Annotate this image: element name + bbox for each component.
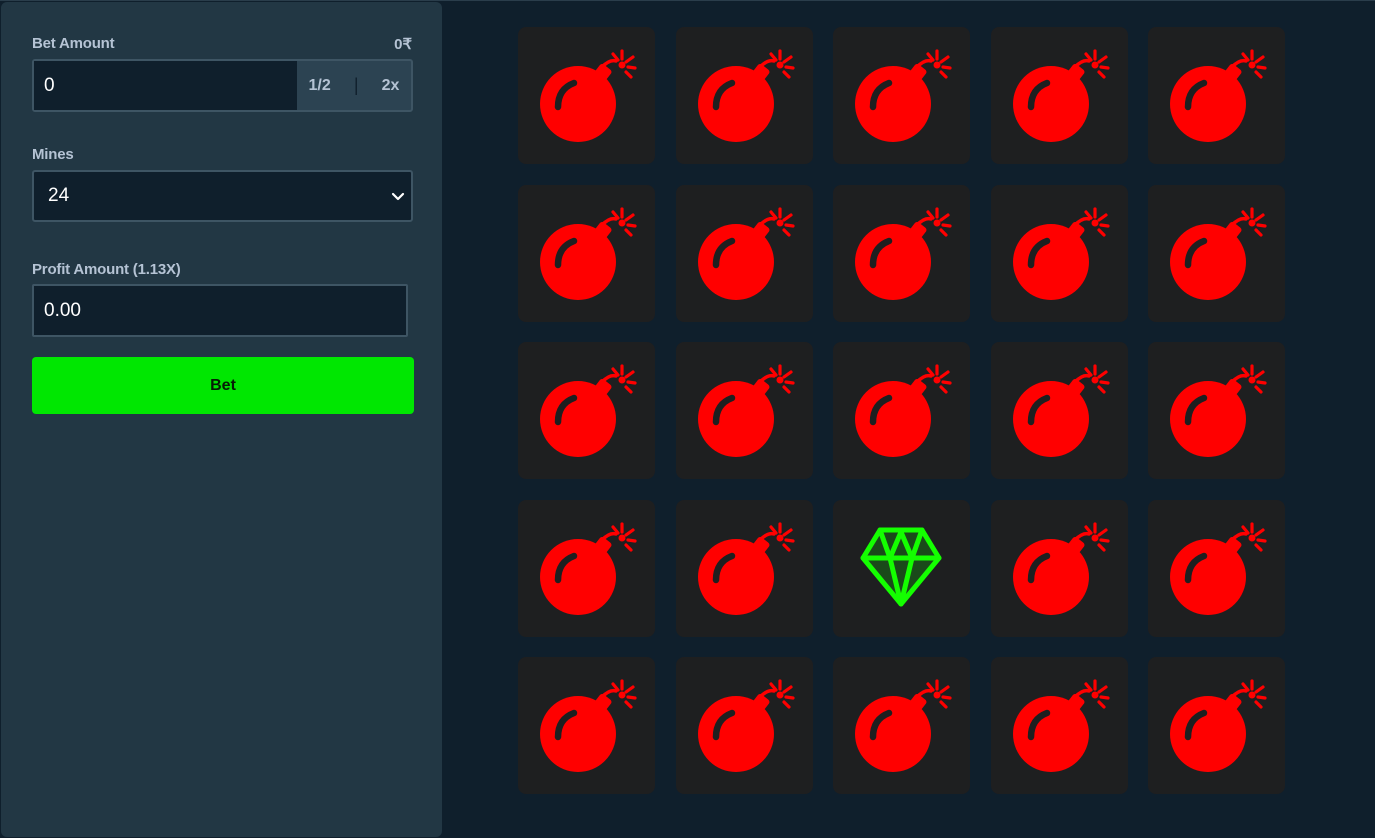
bet-button[interactable]: Bet [32, 357, 414, 414]
gem-icon [860, 527, 942, 606]
tile-mine[interactable] [833, 184, 970, 322]
tile-mine[interactable] [990, 27, 1128, 164]
chevron-down-icon [391, 192, 405, 201]
bomb-icon [540, 206, 637, 300]
bomb-icon [855, 679, 952, 772]
tile-mine[interactable] [990, 657, 1128, 794]
bomb-icon [697, 679, 795, 772]
bet-amount-input[interactable] [34, 61, 297, 110]
bomb-icon [855, 206, 952, 300]
bomb-icon [697, 206, 795, 300]
tile-mine[interactable] [833, 342, 970, 479]
bet-amount-field: 1/2 | 2x [32, 59, 413, 112]
tile-mine[interactable] [990, 499, 1128, 637]
bomb-icon [697, 364, 795, 457]
tile-mine[interactable] [518, 27, 655, 164]
bet-button-label: Bet [210, 376, 236, 394]
bet-modifiers: 1/2 | 2x [297, 61, 411, 110]
bomb-icon [540, 521, 637, 615]
tile-mine[interactable] [1148, 27, 1285, 164]
tile-mine[interactable] [518, 184, 655, 322]
bomb-icon [855, 364, 952, 457]
tile-mine[interactable] [833, 657, 970, 794]
bet-amount-label: Bet Amount [32, 35, 115, 52]
double-bet-button[interactable]: 2x [382, 77, 400, 95]
tile-mine[interactable] [675, 184, 813, 322]
tile-mine[interactable] [675, 342, 813, 479]
tile-mine[interactable] [518, 342, 655, 479]
tile-mine[interactable] [675, 657, 813, 794]
mines-board [518, 27, 1285, 795]
bet-modifier-divider: | [353, 75, 359, 95]
bomb-icon [1012, 364, 1110, 457]
profit-amount-label: Profit Amount (1.13X) [32, 261, 181, 278]
tile-mine[interactable] [518, 499, 655, 637]
tile-gem[interactable] [833, 499, 970, 637]
bomb-icon [1012, 521, 1110, 615]
tile-mine[interactable] [1148, 184, 1285, 322]
mines-label: Mines [32, 146, 74, 163]
bomb-icon [1170, 521, 1267, 615]
bomb-icon [697, 521, 795, 615]
bomb-icon [1170, 206, 1267, 300]
bomb-icon [540, 49, 637, 142]
bomb-icon [1170, 679, 1267, 772]
tile-mine[interactable] [1148, 657, 1285, 794]
tile-mine[interactable] [518, 657, 655, 794]
mines-selected-value: 24 [48, 185, 70, 206]
bet-panel: Bet Amount 0₹ 1/2 | 2x Mines 24 Profit A… [1, 2, 442, 837]
tile-mine[interactable] [1148, 342, 1285, 479]
bomb-icon [540, 364, 637, 457]
profit-amount-value: 0.00 [44, 299, 81, 321]
bomb-icon [1012, 679, 1110, 772]
tile-mine[interactable] [675, 27, 813, 164]
bomb-icon [1170, 364, 1267, 457]
mines-game: Bet Amount 0₹ 1/2 | 2x Mines 24 Profit A… [0, 0, 1375, 838]
tile-mine[interactable] [990, 184, 1128, 322]
bomb-icon [1012, 49, 1110, 142]
tile-mine[interactable] [990, 342, 1128, 479]
half-bet-button[interactable]: 1/2 [309, 77, 331, 95]
bomb-icon [1170, 49, 1267, 142]
bomb-icon [697, 49, 795, 142]
bomb-icon [540, 679, 637, 772]
balance-display: 0₹ [394, 36, 412, 53]
bomb-icon [855, 49, 952, 142]
mines-select[interactable]: 24 [32, 170, 413, 222]
profit-amount-field: 0.00 [32, 284, 408, 337]
tile-mine[interactable] [675, 499, 813, 637]
tile-mine[interactable] [1148, 499, 1285, 637]
bomb-icon [1012, 206, 1110, 300]
tile-mine[interactable] [833, 27, 970, 164]
